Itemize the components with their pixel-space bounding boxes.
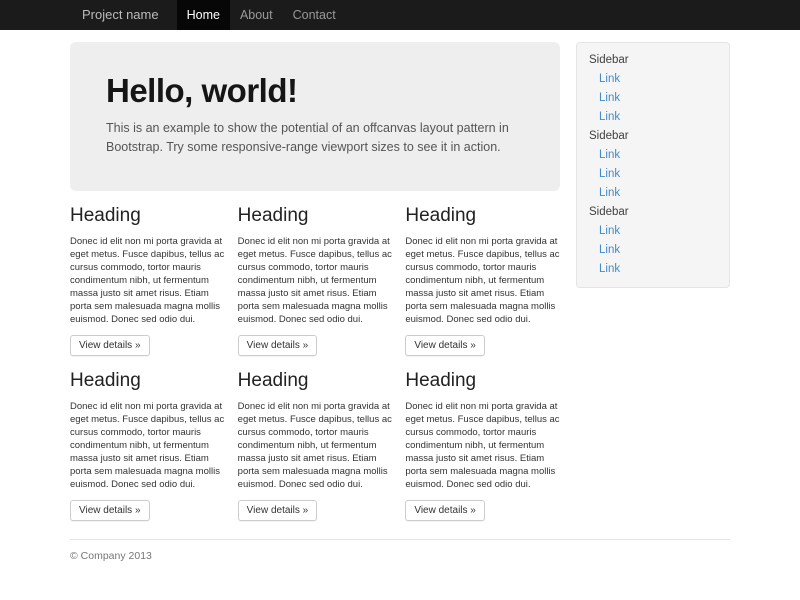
brand-link[interactable]: Project name (70, 0, 177, 30)
cards-row-2: Heading Donec id elit non mi porta gravi… (70, 356, 560, 521)
view-details-button[interactable]: View details » (405, 500, 485, 521)
sidebar-link[interactable]: Link (577, 184, 729, 203)
nav-item-about[interactable]: About (230, 0, 283, 30)
card: Heading Donec id elit non mi porta gravi… (405, 356, 560, 521)
card-heading: Heading (405, 370, 560, 392)
nav-item-contact[interactable]: Contact (283, 0, 346, 30)
sidebar-link[interactable]: Link (577, 165, 729, 184)
sidebar-header: Sidebar (577, 51, 729, 70)
sidebar-link[interactable]: Link (577, 89, 729, 108)
view-details-button[interactable]: View details » (238, 500, 318, 521)
sidebar-link[interactable]: Link (577, 241, 729, 260)
sidebar-link[interactable]: Link (577, 108, 729, 127)
sidebar-link[interactable]: Link (577, 70, 729, 89)
nav-item-home[interactable]: Home (177, 0, 230, 30)
card-body: Donec id elit non mi porta gravida at eg… (70, 400, 225, 491)
sidebar-link[interactable]: Link (577, 260, 729, 279)
view-details-button[interactable]: View details » (70, 335, 150, 356)
card-body: Donec id elit non mi porta gravida at eg… (405, 235, 560, 326)
cards-row-1: Heading Donec id elit non mi porta gravi… (70, 191, 560, 356)
hero-title: Hello, world! (106, 72, 524, 110)
view-details-button[interactable]: View details » (238, 335, 318, 356)
navbar-inner: Project name Home About Contact (70, 0, 730, 30)
sidebar-link[interactable]: Link (577, 222, 729, 241)
hero-text: This is an example to show the potential… (106, 119, 524, 157)
sidebar-header: Sidebar (577, 203, 729, 222)
jumbotron: Hello, world! This is an example to show… (70, 42, 560, 191)
card-heading: Heading (238, 205, 393, 227)
footer: © Company 2013 (70, 539, 730, 562)
card: Heading Donec id elit non mi porta gravi… (70, 356, 225, 521)
card-body: Donec id elit non mi porta gravida at eg… (405, 400, 560, 491)
sidebar: Sidebar Link Link Link Sidebar Link Link… (576, 42, 730, 521)
card-body: Donec id elit non mi porta gravida at eg… (238, 235, 393, 326)
sidebar-well: Sidebar Link Link Link Sidebar Link Link… (576, 42, 730, 288)
top-navbar: Project name Home About Contact (0, 0, 800, 30)
card-heading: Heading (238, 370, 393, 392)
card-heading: Heading (405, 205, 560, 227)
card: Heading Donec id elit non mi porta gravi… (238, 356, 393, 521)
sidebar-header: Sidebar (577, 127, 729, 146)
card-heading: Heading (70, 370, 225, 392)
view-details-button[interactable]: View details » (405, 335, 485, 356)
view-details-button[interactable]: View details » (70, 500, 150, 521)
card-body: Donec id elit non mi porta gravida at eg… (238, 400, 393, 491)
card: Heading Donec id elit non mi porta gravi… (70, 191, 225, 356)
card-heading: Heading (70, 205, 225, 227)
page-container: Hello, world! This is an example to show… (70, 30, 730, 521)
card: Heading Donec id elit non mi porta gravi… (238, 191, 393, 356)
main-content: Hello, world! This is an example to show… (70, 42, 560, 521)
card-body: Donec id elit non mi porta gravida at eg… (70, 235, 225, 326)
card: Heading Donec id elit non mi porta gravi… (405, 191, 560, 356)
sidebar-link[interactable]: Link (577, 146, 729, 165)
copyright-text: © Company 2013 (70, 550, 730, 562)
